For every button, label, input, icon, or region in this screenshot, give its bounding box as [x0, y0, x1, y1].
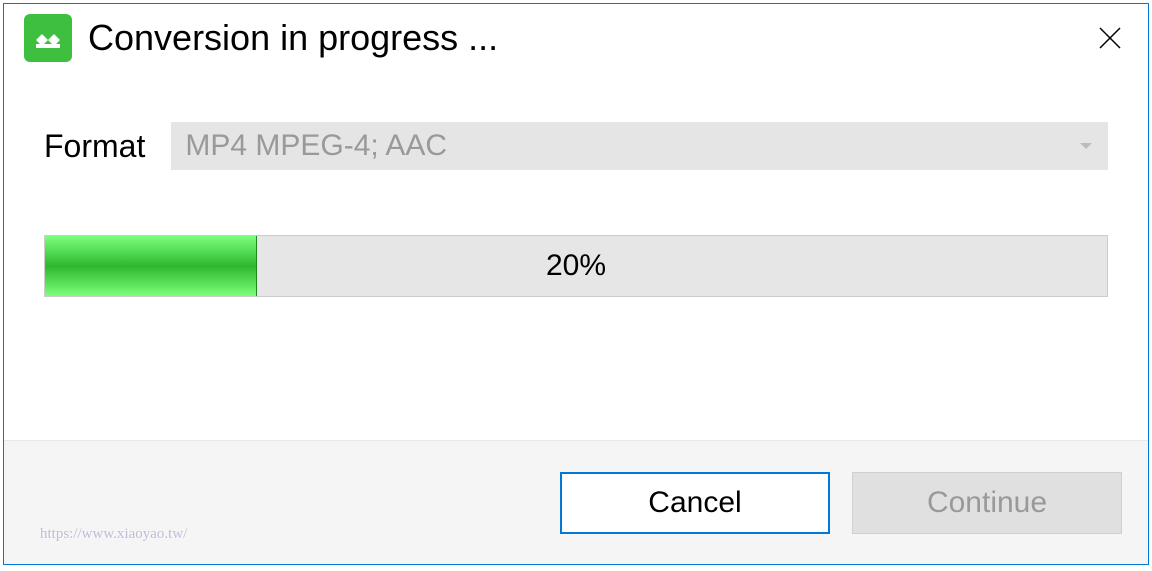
continue-button: Continue — [852, 472, 1122, 534]
format-row: Format MP4 MPEG-4; AAC — [44, 122, 1108, 170]
progress-bar: 20% — [44, 235, 1108, 297]
chevron-down-icon — [1080, 143, 1092, 149]
app-icon — [24, 14, 72, 62]
dialog-footer: Cancel Continue — [4, 440, 1148, 564]
conversion-dialog: Conversion in progress ... Format MP4 MP… — [3, 3, 1149, 565]
progress-text: 20% — [45, 236, 1107, 296]
cancel-button[interactable]: Cancel — [560, 472, 830, 534]
dialog-content: Format MP4 MPEG-4; AAC 20% — [4, 72, 1148, 440]
format-select[interactable]: MP4 MPEG-4; AAC — [171, 122, 1108, 170]
dialog-title: Conversion in progress ... — [88, 17, 1074, 59]
titlebar: Conversion in progress ... — [4, 4, 1148, 72]
close-button[interactable] — [1090, 18, 1130, 58]
close-icon — [1099, 27, 1121, 49]
format-value: MP4 MPEG-4; AAC — [185, 129, 447, 163]
format-label: Format — [44, 128, 145, 165]
